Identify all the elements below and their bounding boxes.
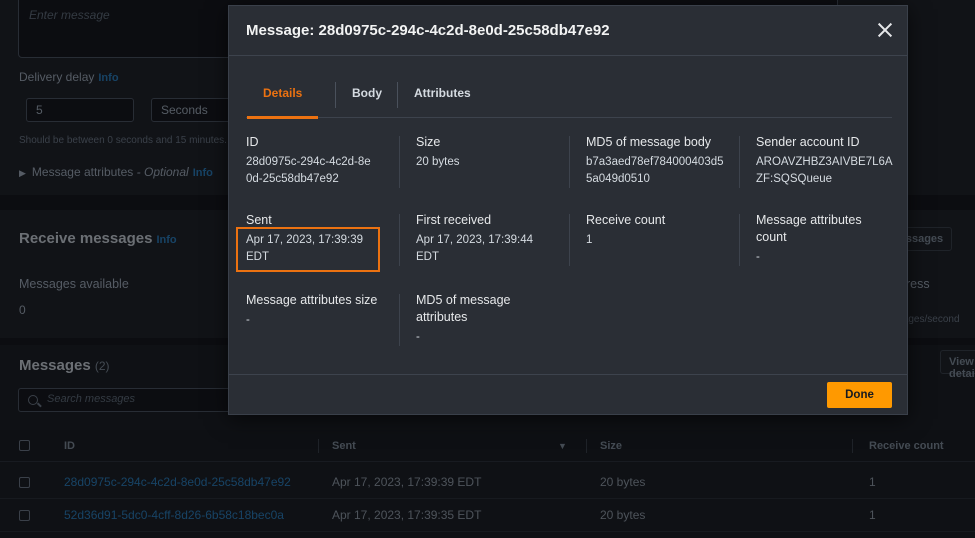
field-value: Apr 17, 2023, 17:39:44 EDT xyxy=(416,234,534,263)
field-md5-attributes: MD5 of message attributes - xyxy=(416,292,566,346)
field-label: Receive count xyxy=(586,213,666,227)
field-receive-count: Receive count 1 xyxy=(586,212,736,249)
field-value: AROAVZHBZ3AIVBE7L6AZF:SQSQueue xyxy=(756,156,893,185)
field-message-attributes-count: Message attributes count - xyxy=(756,212,906,266)
modal-footer: Done xyxy=(229,374,907,414)
field-label: Message attributes size xyxy=(246,293,378,307)
column-divider xyxy=(569,214,570,266)
tab-divider xyxy=(335,82,336,108)
field-value: - xyxy=(756,251,760,263)
column-divider xyxy=(739,214,740,266)
field-sender-account-id: Sender account ID AROAVZHBZ3AIVBE7L6AZF:… xyxy=(756,134,906,188)
modal-header: Message: 28d0975c-294c-4c2d-8e0d-25c58db… xyxy=(229,6,907,56)
tab-details[interactable]: Details xyxy=(246,82,319,119)
column-divider xyxy=(399,136,400,188)
field-md5-body: MD5 of message body b7a3aed78ef784000403… xyxy=(586,134,736,188)
field-label: MD5 of message attributes xyxy=(416,293,511,324)
column-divider xyxy=(739,136,740,188)
modal-title: Message: 28d0975c-294c-4c2d-8e0d-25c58db… xyxy=(246,22,610,39)
column-divider xyxy=(399,214,400,266)
field-value: b7a3aed78ef784000403d55a049d0510 xyxy=(586,156,724,185)
tab-attributes[interactable]: Attributes xyxy=(414,82,471,118)
message-details-modal: Message: 28d0975c-294c-4c2d-8e0d-25c58db… xyxy=(228,5,908,415)
field-label: ID xyxy=(246,135,259,149)
field-value: 20 bytes xyxy=(416,156,460,168)
field-value: - xyxy=(246,314,250,326)
field-label: MD5 of message body xyxy=(586,135,712,149)
field-label: Size xyxy=(416,135,441,149)
column-divider xyxy=(399,294,400,346)
field-size: Size 20 bytes xyxy=(416,134,566,171)
field-label: Message attributes count xyxy=(756,213,862,244)
field-value: - xyxy=(416,331,420,343)
field-first-received: First received Apr 17, 2023, 17:39:44 ED… xyxy=(416,212,566,266)
column-divider xyxy=(569,136,570,188)
field-label: Sender account ID xyxy=(756,135,860,149)
field-id: ID 28d0975c-294c-4c2d-8e0d-25c58db47e92 xyxy=(246,134,396,188)
done-button[interactable]: Done xyxy=(827,382,892,408)
tab-body[interactable]: Body xyxy=(352,82,382,118)
modal-tabs: Details Body Attributes xyxy=(246,82,892,119)
field-label: First received xyxy=(416,213,492,227)
field-value: 1 xyxy=(586,234,593,246)
field-value: 28d0975c-294c-4c2d-8e0d-25c58db47e92 xyxy=(246,156,371,185)
field-message-attributes-size: Message attributes size - xyxy=(246,292,396,329)
sent-highlight-box xyxy=(236,227,380,272)
tab-divider xyxy=(397,82,398,108)
close-icon[interactable] xyxy=(877,22,893,38)
